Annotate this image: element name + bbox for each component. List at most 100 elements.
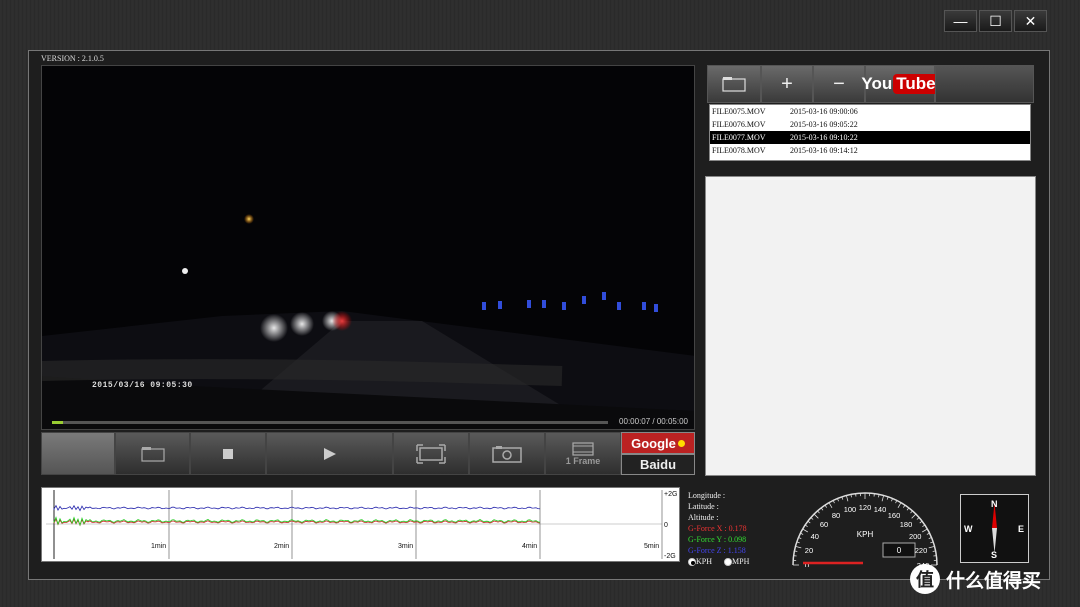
- video-timestamp: 2015/03/16 09:05:30: [92, 381, 193, 390]
- file-name: FILE0075.MOV: [712, 107, 766, 116]
- latitude-label: Latitude :: [688, 502, 719, 511]
- graph-x-label: 5min: [644, 543, 659, 550]
- fullscreen-icon: [416, 443, 446, 464]
- speed-value: 0: [897, 546, 902, 555]
- file-row[interactable]: FILE0076.MOV 2015-03-16 09:05:22: [710, 118, 1030, 131]
- gauge-tick-label: 80: [832, 511, 840, 520]
- gauge-tick-label: 220: [915, 546, 928, 555]
- youtube-logo-tube: Tube: [893, 74, 939, 94]
- frame-step-label: 1 Frame: [565, 455, 601, 466]
- gauge-tick-label: 60: [820, 520, 828, 529]
- gforce-y: G-Force Y : 0.098: [688, 535, 747, 544]
- play-button[interactable]: [266, 432, 393, 475]
- file-name: FILE0076.MOV: [712, 120, 766, 129]
- compass-n: N: [991, 499, 998, 509]
- seek-bar-fill: [52, 421, 64, 424]
- graph-x-label: 4min: [522, 543, 537, 550]
- close-button[interactable]: ✕: [1014, 10, 1047, 32]
- map-buttons: Google Baidu: [621, 432, 695, 475]
- file-row[interactable]: FILE0078.MOV 2015-03-16 09:14:12: [710, 144, 1030, 157]
- compass-e: E: [1018, 524, 1024, 534]
- compass-s: S: [991, 550, 997, 560]
- baidu-map-button[interactable]: Baidu: [621, 454, 695, 475]
- add-file-button[interactable]: +: [761, 65, 813, 103]
- watermark-text: 什么值得买: [946, 569, 1042, 592]
- stop-button[interactable]: [190, 432, 266, 475]
- file-date: 2015-03-16 09:14:12: [790, 146, 858, 155]
- film-frame-icon: [572, 441, 594, 456]
- video-frame: [42, 66, 694, 429]
- compass: N S E W: [960, 494, 1029, 563]
- streetlight: [244, 214, 254, 224]
- app-window: — ☐ ✕ VERSION : 2.1.0.5 2015/03/16 09:05…: [0, 0, 1080, 607]
- google-label: Google: [631, 435, 676, 451]
- mph-option[interactable]: MPH: [724, 557, 750, 567]
- stop-icon: [223, 448, 233, 459]
- open-file-button[interactable]: [707, 65, 761, 103]
- file-date: 2015-03-16 09:05:22: [790, 120, 858, 129]
- taillight: [332, 311, 352, 331]
- gps-readout: Longitude : Latitude : Altitude : G-Forc…: [688, 490, 747, 556]
- file-date: 2015-03-16 09:10:22: [790, 133, 858, 142]
- minimize-button[interactable]: —: [944, 10, 977, 32]
- mph-label: MPH: [732, 557, 750, 566]
- kph-radio[interactable]: [688, 558, 696, 567]
- file-row[interactable]: FILE0075.MOV 2015-03-16 09:00:06: [710, 105, 1030, 118]
- mph-radio[interactable]: [724, 558, 733, 567]
- watermark-badge: 值: [910, 564, 940, 594]
- gauge-tick-label: 140: [874, 505, 887, 514]
- gauge-tick-label: 180: [900, 520, 913, 529]
- playback-toolbar: 1 Frame: [41, 432, 621, 475]
- gsensor-chart: 1min 2min 3min 4min 5min +2G 0 -2G: [46, 490, 677, 560]
- google-map-button[interactable]: Google: [621, 432, 695, 454]
- video-player[interactable]: 2015/03/16 09:05:30 00:00:07 / 00:05:00: [41, 65, 695, 430]
- folder-icon: [722, 77, 746, 92]
- graph-x-label: 1min: [151, 543, 166, 550]
- compass-dial: N S E W: [964, 499, 1024, 560]
- speedometer: 020406080100120140160180200220240KPH0: [780, 485, 950, 570]
- file-row[interactable]: FILE0077.MOV 2015-03-16 09:10:22: [710, 131, 1030, 144]
- maximize-button[interactable]: ☐: [979, 10, 1012, 32]
- longitude-label: Longitude :: [688, 491, 726, 500]
- graph-x-label: 3min: [398, 543, 413, 550]
- gauge-tick-label: 160: [888, 511, 901, 520]
- folder-icon: [140, 446, 165, 462]
- file-name: FILE0078.MOV: [712, 146, 766, 155]
- blank-button[interactable]: [41, 432, 115, 475]
- camera-icon: [492, 445, 522, 463]
- time-display: 00:00:07 / 00:05:00: [619, 417, 688, 426]
- frame-step-button[interactable]: 1 Frame: [545, 432, 621, 475]
- file-list: FILE0075.MOV 2015-03-16 09:00:06 FILE0076.…: [709, 104, 1031, 161]
- file-toolbar: + − You Tube: [707, 65, 1034, 103]
- gsensor-graph: 1min 2min 3min 4min 5min +2G 0 -2G: [41, 487, 680, 562]
- fullscreen-button[interactable]: [393, 432, 469, 475]
- open-folder-button[interactable]: [115, 432, 190, 475]
- youtube-logo-you: You: [861, 74, 893, 93]
- gauge-tick-label: 20: [805, 546, 813, 555]
- kph-option[interactable]: KPH: [688, 557, 712, 567]
- seek-bar[interactable]: [52, 421, 608, 424]
- snapshot-button[interactable]: [469, 432, 545, 475]
- remove-file-button[interactable]: −: [813, 65, 865, 103]
- map-pin-icon: [677, 439, 685, 447]
- graph-y-label: 0: [664, 522, 668, 529]
- file-name: FILE0077.MOV: [712, 133, 766, 142]
- gauge-tick-label: 40: [811, 532, 819, 541]
- map-panel: [705, 176, 1036, 476]
- window-controls: — ☐ ✕: [944, 10, 1047, 32]
- graph-y-label: +2G: [664, 491, 677, 498]
- gforce-x: G-Force X : 0.178: [688, 524, 747, 533]
- gauge-tick-label: 120: [859, 503, 872, 512]
- version-label: VERSION : 2.1.0.5: [41, 54, 104, 63]
- youtube-upload-button[interactable]: You Tube: [861, 65, 939, 103]
- graph-y-label: -2G: [664, 553, 676, 560]
- watermark: 值 什么值得买: [910, 564, 1041, 594]
- graph-x-label: 2min: [274, 543, 289, 550]
- headlight: [260, 314, 288, 342]
- gauge-unit: KPH: [857, 530, 874, 539]
- speedometer-dial: 020406080100120140160180200220240KPH0: [792, 492, 938, 570]
- headlight: [290, 312, 314, 336]
- gauge-tick-label: 100: [844, 505, 857, 514]
- altitude-label: Altitude :: [688, 513, 719, 522]
- compass-w: W: [964, 524, 973, 534]
